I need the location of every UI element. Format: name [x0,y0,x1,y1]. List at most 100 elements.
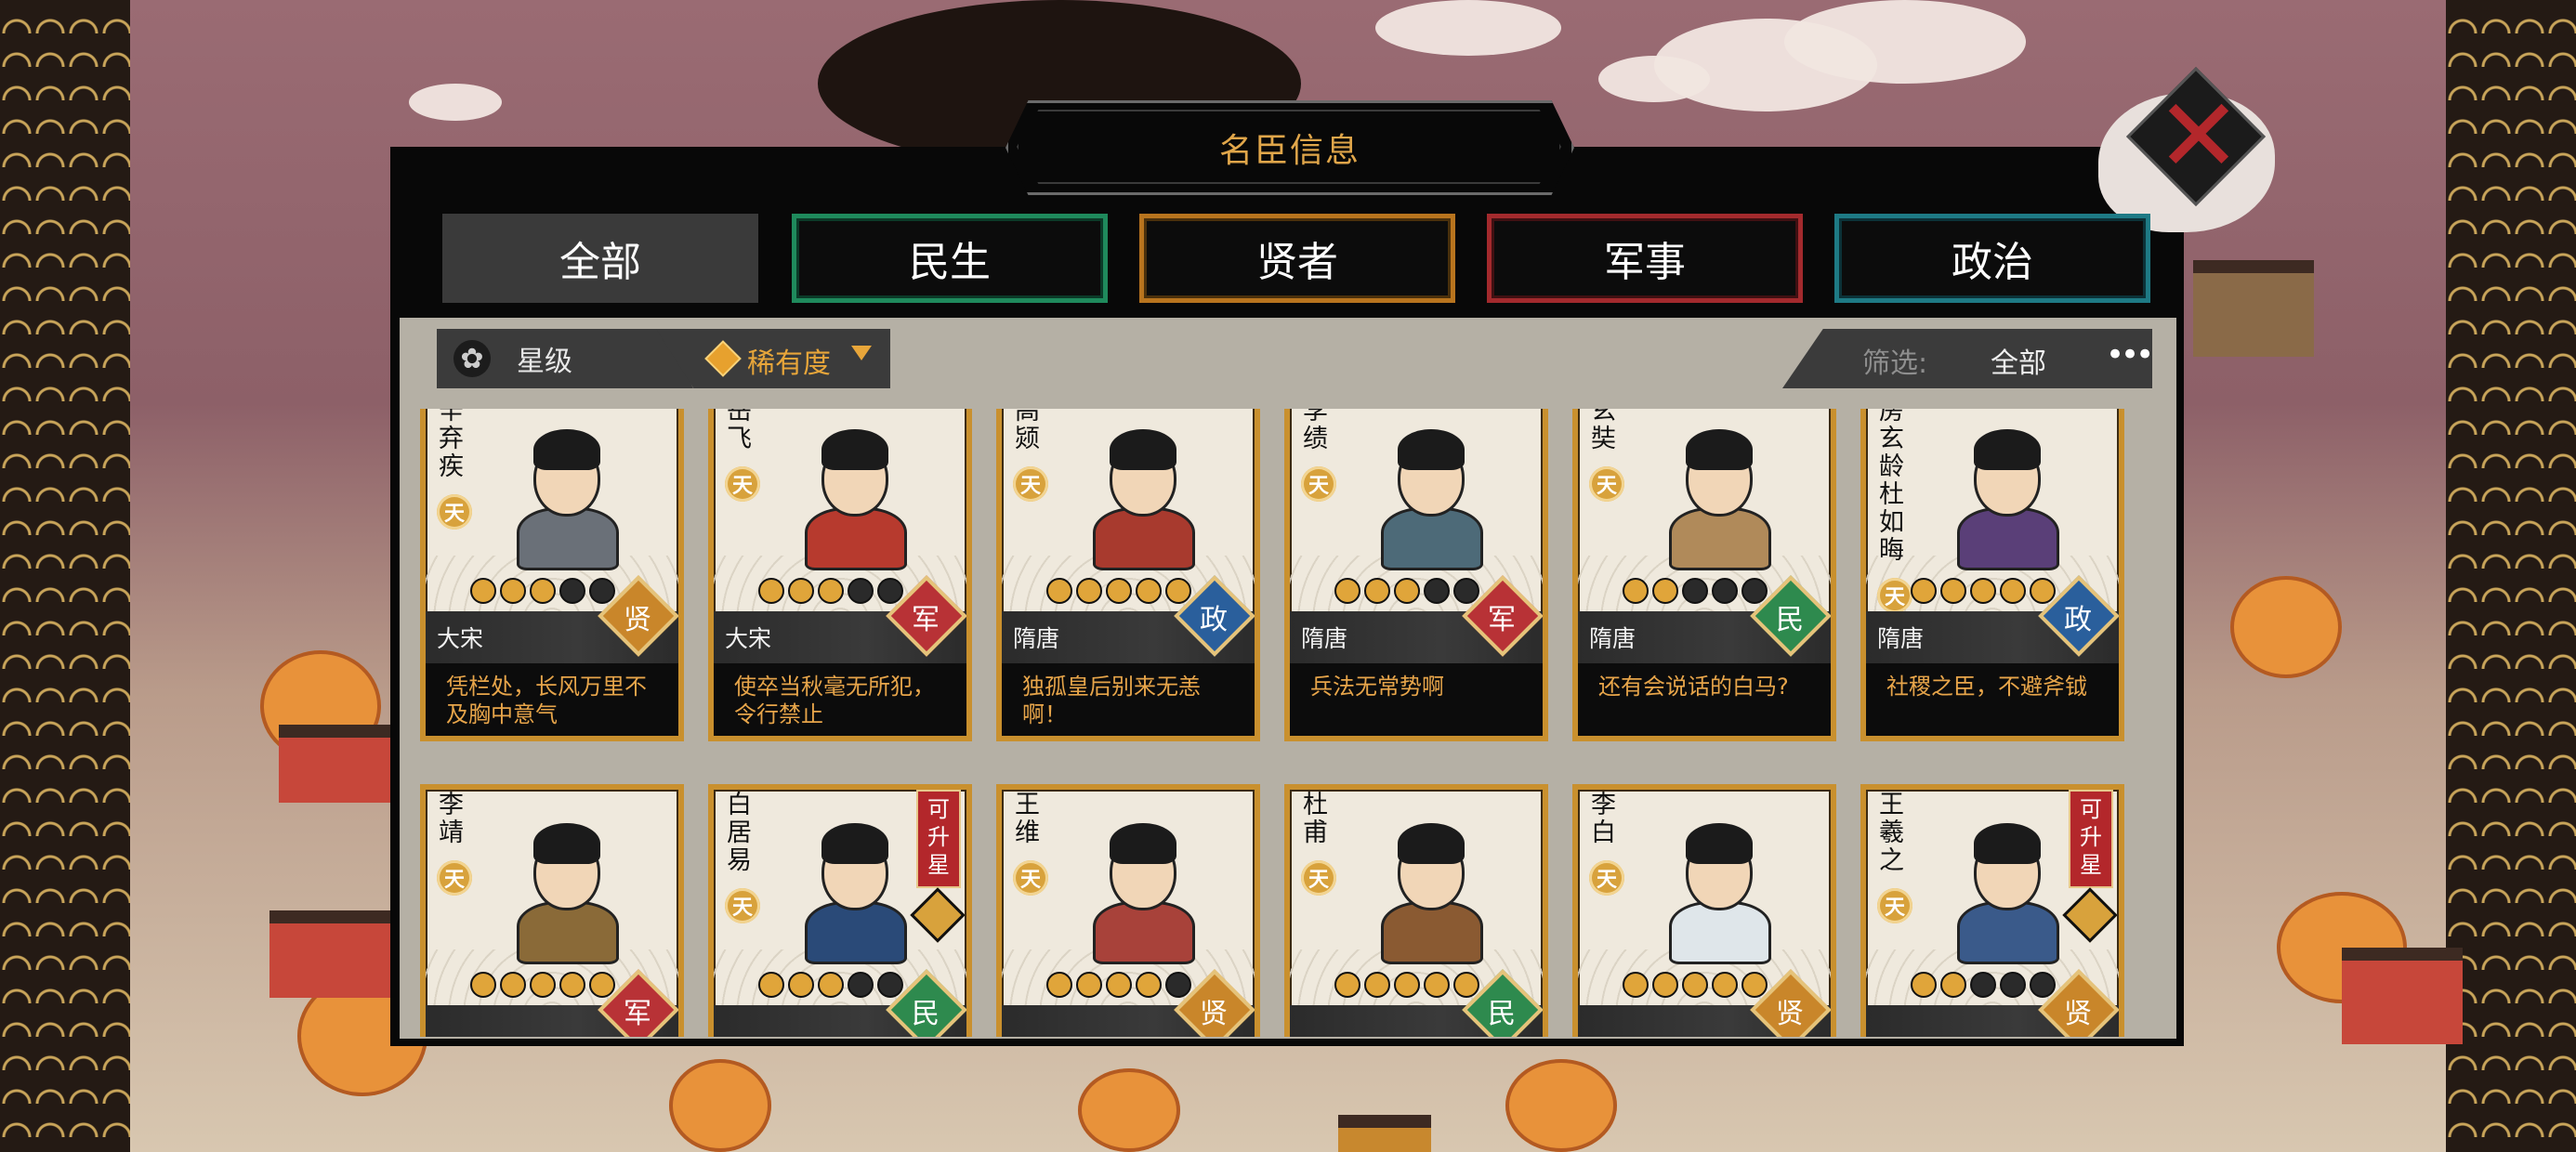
dynasty-label: 隋唐 [1589,625,1636,652]
type-label: 政 [1200,604,1228,636]
minister-name: 高颎 [1015,409,1040,453]
minister-card[interactable]: 王维天贤 [996,784,1260,1037]
rarity-badge: 天 [725,888,760,923]
portrait-body [1381,507,1483,570]
star-filled-icon [1046,578,1072,604]
minister-card[interactable]: 李白天贤 [1572,784,1836,1037]
minister-name: 杜甫 [1303,791,1328,847]
autumn-tree [1078,1068,1180,1152]
rarity-badge: 天 [1877,578,1912,613]
portrait-hair [1110,823,1176,864]
star-rating [470,578,615,606]
tab-minsheng[interactable]: 民生 [792,214,1108,303]
minister-card[interactable]: 李靖天军 [420,784,684,1037]
sort-by-rarity-dropdown[interactable]: 稀有度 [656,329,890,388]
star-rating [1334,578,1479,606]
minister-card[interactable]: 岳飞天大宋 军使卒当秋毫无所犯，令行禁止 [708,409,972,741]
minister-name: 辛弃疾 [439,409,464,481]
minister-card[interactable]: 杜甫天民 [1284,784,1548,1037]
portrait-body [1093,507,1195,570]
minister-name: 王羲之 [1879,791,1904,875]
star-empty-icon [848,972,874,998]
card-info-bar: 贤 [1866,969,2119,1037]
rarity-badge: 天 [1589,466,1624,502]
dynasty-label: 隋唐 [1877,625,1925,652]
minister-card[interactable]: 白居易天民 可升星 [708,784,972,1037]
minister-portrait [1349,411,1507,570]
portrait-body [805,507,907,570]
star-filled-icon [1911,972,1937,998]
star-rating [758,578,903,606]
filter-bar: 筛选: 全部 ••• [1782,329,2152,388]
minister-card[interactable]: 房玄龄杜如晦天隋唐 政社稷之臣，不避斧钺 [1860,409,2124,741]
tab-all[interactable]: 全部 [442,214,758,303]
star-filled-icon [758,972,784,998]
minister-card-grid: 辛弃疾天大宋贤凭栏处，长风万里不及胸中意气 岳飞天大宋军使卒当秋毫无所犯，令行禁止… [400,409,2176,1037]
upgrade-star-tag[interactable]: 可升星 [916,790,961,888]
minister-card[interactable]: 辛弃疾天大宋 贤凭栏处，长风万里不及胸中意气 [420,409,684,741]
temple-building [2342,948,2463,1044]
upgrade-star-tag[interactable]: 可升星 [2069,790,2113,888]
type-label: 贤 [2064,998,2092,1030]
star-filled-icon [1424,972,1450,998]
village-building [2193,260,2314,357]
type-label: 军 [624,998,651,1030]
rarity-diamond-icon [704,340,742,377]
autumn-tree [669,1059,771,1152]
rarity-badge: 天 [437,494,472,530]
sort-by-star-button[interactable]: ✿ 星级 [437,329,693,388]
page-title: 名臣信息 [1218,132,1360,170]
tab-zhengzhi[interactable]: 政治 [1834,214,2150,303]
minister-portrait [773,805,931,964]
minister-portrait [1061,805,1219,964]
minister-name: 李靖 [439,791,464,847]
minister-portrait [773,411,931,570]
star-empty-icon [559,578,585,604]
tab-junshi[interactable]: 军事 [1487,214,1803,303]
star-filled-icon [1394,578,1420,604]
minister-card[interactable]: 高颎天隋唐 政独孤皇后别来无恙啊！ [996,409,1260,741]
star-filled-icon [470,972,496,998]
minister-name: 房玄龄杜如晦 [1879,409,1904,565]
rarity-badge: 天 [1877,888,1912,923]
portrait-hair [1398,429,1465,470]
type-label: 贤 [1200,998,1228,1030]
star-empty-icon [2000,972,2026,998]
filter-label: 筛选: [1862,347,1928,380]
star-filled-icon [500,578,526,604]
card-info-bar: 大宋 军 [714,575,966,663]
minister-card[interactable]: 王羲之天贤 可升星 [1860,784,2124,1037]
rarity-badge: 天 [1301,860,1336,896]
cloud [1598,56,1710,102]
tab-xianzhe[interactable]: 贤者 [1139,214,1455,303]
minister-portrait [1637,411,1795,570]
minister-name: 玄奘 [1591,409,1616,453]
portrait-body [1093,901,1195,964]
star-rating [1046,972,1191,1000]
minister-portrait [485,805,643,964]
portrait-hair [533,823,600,864]
portrait-hair [1686,823,1753,864]
minister-portrait [1349,805,1507,964]
card-info-bar: 贤 [1578,969,1831,1037]
close-icon: ✕ [2155,76,2242,195]
star-filled-icon [758,578,784,604]
minister-portrait [1925,805,2083,964]
minister-quote: 兵法无常势啊 [1290,663,1543,736]
rarity-badge: 天 [1301,466,1336,502]
type-label: 民 [1488,998,1516,1030]
rarity-badge: 天 [1013,466,1048,502]
more-options-icon[interactable]: ••• [2106,336,2152,373]
filter-dropdown[interactable]: 全部 [1991,340,2046,381]
star-filled-icon [1682,972,1708,998]
card-info-bar: 民 [714,969,966,1037]
minister-card[interactable]: 李绩天隋唐 军兵法无常势啊 [1284,409,1548,741]
star-filled-icon [1136,972,1162,998]
right-wave-border [2446,0,2576,1152]
star-filled-icon [1076,972,1102,998]
minister-quote: 使卒当秋毫无所犯，令行禁止 [714,663,966,736]
portrait-body [1669,901,1771,964]
minister-card[interactable]: 玄奘天隋唐 民还有会说话的白马? [1572,409,1836,741]
close-button[interactable]: ✕ [2098,67,2275,232]
type-label: 贤 [1776,998,1804,1030]
